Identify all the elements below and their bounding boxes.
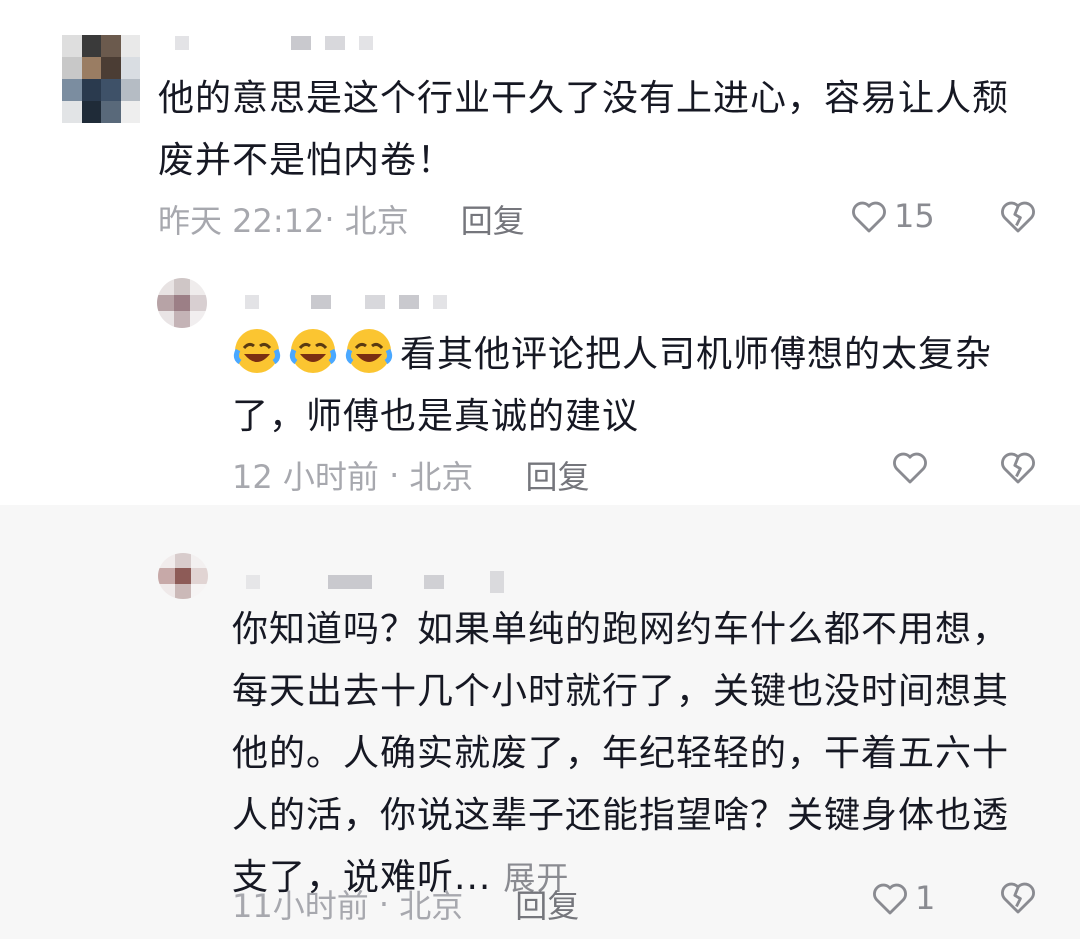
username-blurred[interactable] — [245, 295, 447, 309]
like-button[interactable]: 15 — [850, 197, 935, 235]
comment-meta: 12 小时前 · 北京 回复 — [232, 452, 589, 498]
laughing-crying-emoji — [289, 329, 337, 373]
comment-time: 昨天 22:12 — [158, 202, 325, 240]
comment-location: 北京 — [344, 202, 409, 240]
broken-heart-icon — [1001, 201, 1035, 233]
reply-item[interactable]: 看其他评论把人司机师傅想的太复杂了，师傅也是真诚的建议 12 小时前 · 北京 … — [0, 250, 1080, 505]
reply-button[interactable]: 回复 — [461, 196, 525, 242]
like-count: 15 — [894, 197, 935, 235]
reply-button[interactable]: 回复 — [515, 881, 579, 927]
laughing-crying-emoji — [233, 329, 281, 373]
like-count: 1 — [915, 879, 936, 917]
comment-location: 北京 — [409, 458, 474, 496]
broken-heart-icon — [1001, 452, 1035, 484]
username-blurred[interactable] — [175, 36, 373, 50]
avatar[interactable] — [157, 278, 207, 328]
dislike-button[interactable] — [999, 198, 1037, 238]
comment-meta: 11小时前 · 北京 回复 — [232, 881, 579, 927]
comment-thread: 他的意思是这个行业干久了没有上进心，容易让人颓废并不是怕内卷！ 昨天 22:12… — [0, 0, 1080, 939]
heart-outline-icon — [873, 883, 907, 915]
dislike-button[interactable] — [999, 449, 1037, 489]
reply-item[interactable]: 你知道吗？如果单纯的跑网约车什么都不用想，每天出去十几个小时就行了，关键也没时间… — [0, 505, 1080, 939]
broken-heart-icon — [1001, 882, 1035, 914]
comment-text: 看其他评论把人司机师傅想的太复杂了，师傅也是真诚的建议 — [232, 324, 1042, 448]
comment-meta: 昨天 22:12 · 北京 回复 — [158, 196, 525, 242]
comment-item[interactable]: 他的意思是这个行业干久了没有上进心，容易让人颓废并不是怕内卷！ 昨天 22:12… — [0, 0, 1080, 250]
comment-body: 你知道吗？如果单纯的跑网约车什么都不用想，每天出去十几个小时就行了，关键也没时间… — [232, 609, 1010, 898]
heart-outline-icon — [852, 201, 886, 233]
heart-outline-icon — [893, 452, 927, 484]
comment-text: 你知道吗？如果单纯的跑网约车什么都不用想，每天出去十几个小时就行了，关键也没时间… — [232, 599, 1032, 909]
avatar[interactable] — [62, 35, 140, 123]
like-button[interactable] — [891, 449, 935, 485]
reply-button[interactable]: 回复 — [525, 452, 589, 498]
avatar[interactable] — [158, 553, 208, 599]
laughing-crying-emoji — [345, 329, 393, 373]
comment-time: 11小时前 — [232, 887, 369, 925]
comment-location: 北京 — [399, 887, 464, 925]
like-button[interactable]: 1 — [871, 879, 935, 917]
username-blurred[interactable] — [246, 571, 504, 593]
comment-text: 他的意思是这个行业干久了没有上进心，容易让人颓废并不是怕内卷！ — [158, 78, 1010, 181]
comment-time: 12 小时前 — [232, 458, 379, 496]
dislike-button[interactable] — [999, 879, 1037, 919]
